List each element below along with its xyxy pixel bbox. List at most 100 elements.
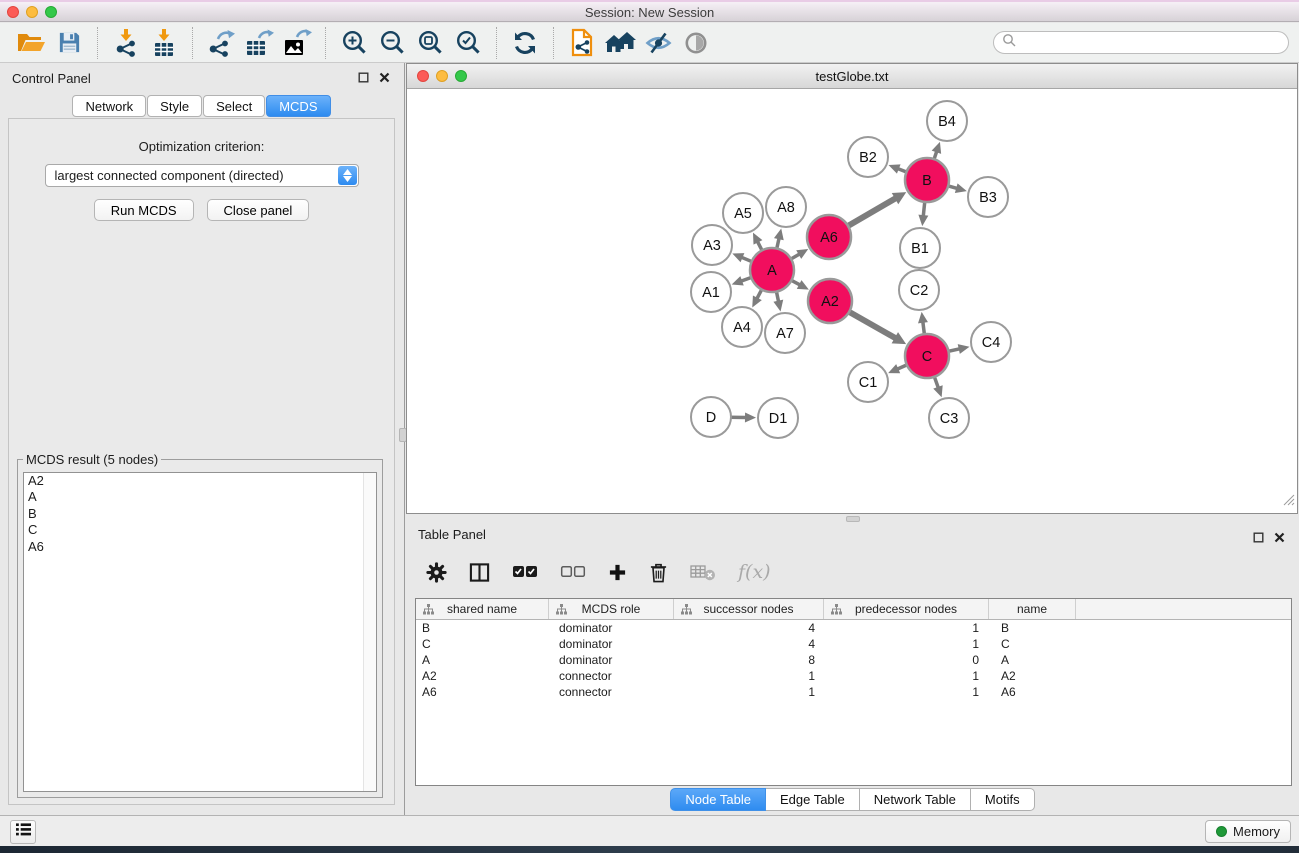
control-panel-tabs: NetworkStyleSelectMCDS bbox=[0, 95, 404, 117]
table-cell: 1 bbox=[824, 668, 989, 684]
column-header-shared-name[interactable]: shared name bbox=[416, 599, 549, 619]
control-tab-mcds[interactable]: MCDS bbox=[266, 95, 330, 117]
table-cell: connector bbox=[549, 684, 674, 700]
network-window-title: testGlobe.txt bbox=[407, 69, 1297, 84]
table-row[interactable]: Cdominator41C bbox=[416, 636, 1291, 652]
memory-button[interactable]: Memory bbox=[1205, 820, 1291, 843]
search-icon bbox=[1002, 33, 1016, 52]
table-tab-network-table[interactable]: Network Table bbox=[860, 788, 971, 811]
toolbar-separator bbox=[496, 27, 497, 59]
table-tab-node-table[interactable]: Node Table bbox=[670, 788, 766, 811]
control-tab-style[interactable]: Style bbox=[147, 95, 202, 117]
node-label-A2: A2 bbox=[821, 294, 839, 310]
close-panel-icon[interactable] bbox=[1274, 532, 1285, 543]
select-stepper-icon bbox=[338, 166, 357, 185]
home-icon[interactable] bbox=[601, 25, 639, 61]
search-box[interactable] bbox=[993, 31, 1289, 54]
node-table: shared nameMCDS rolesuccessor nodesprede… bbox=[415, 598, 1292, 786]
arrowhead-icon bbox=[918, 312, 928, 324]
table-row[interactable]: A6connector11A6 bbox=[416, 684, 1291, 700]
node-label-A3: A3 bbox=[703, 238, 721, 254]
add-icon[interactable] bbox=[608, 563, 627, 582]
table-cell: B bbox=[416, 620, 549, 636]
horizontal-splitter-handle[interactable] bbox=[846, 516, 860, 522]
arrowhead-icon bbox=[745, 413, 756, 423]
import-network-icon[interactable] bbox=[107, 25, 145, 61]
table-row[interactable]: A2connector11A2 bbox=[416, 668, 1291, 684]
zoom-out-icon[interactable] bbox=[373, 25, 411, 61]
mcds-result-legend: MCDS result (5 nodes) bbox=[23, 452, 161, 467]
node-label-D: D bbox=[706, 410, 716, 426]
eye-icon[interactable] bbox=[677, 25, 715, 61]
node-label-B3: B3 bbox=[979, 190, 997, 206]
hide-graphics-details-icon[interactable] bbox=[639, 25, 677, 61]
table-cell: 1 bbox=[824, 636, 989, 652]
table-row[interactable]: Bdominator41B bbox=[416, 620, 1291, 636]
horizontal-splitter[interactable] bbox=[406, 514, 1299, 523]
float-panel-icon[interactable] bbox=[1253, 532, 1264, 543]
zoom-fit-icon[interactable] bbox=[411, 25, 449, 61]
table-cell: A6 bbox=[416, 684, 549, 700]
mcds-result-list[interactable]: A2ABCA6 bbox=[23, 472, 377, 792]
mcds-result-item[interactable]: B bbox=[24, 506, 376, 522]
node-label-A5: A5 bbox=[734, 206, 752, 222]
open-folder-icon[interactable] bbox=[12, 25, 50, 61]
save-icon[interactable] bbox=[50, 25, 88, 61]
table-cell: 1 bbox=[824, 620, 989, 636]
float-panel-icon[interactable] bbox=[358, 72, 369, 83]
close-panel-icon[interactable] bbox=[379, 72, 390, 83]
delete-icon[interactable] bbox=[649, 562, 668, 583]
search-input[interactable] bbox=[1021, 33, 1288, 52]
resize-grip-icon[interactable] bbox=[1283, 493, 1295, 511]
table-delete-icon bbox=[690, 563, 716, 581]
node-label-C3: C3 bbox=[940, 411, 959, 427]
close-panel-button[interactable]: Close panel bbox=[207, 199, 310, 221]
select-all-icon[interactable] bbox=[512, 564, 538, 580]
mcds-result-item[interactable]: A2 bbox=[24, 473, 376, 489]
table-cell: 8 bbox=[674, 652, 824, 668]
table-panel-title: Table Panel bbox=[418, 527, 486, 542]
column-header-name[interactable]: name bbox=[989, 599, 1076, 619]
column-header-MCDS-role[interactable]: MCDS role bbox=[549, 599, 674, 619]
criterion-selected-value: largest connected component (directed) bbox=[55, 168, 284, 183]
control-panel: Control Panel NetworkStyleSelectMCDS Opt… bbox=[0, 63, 405, 815]
toolbar-separator bbox=[325, 27, 326, 59]
network-canvas[interactable]: B4B2BB3A5A8A6A3B1AA1C2A2A4A7C4CC1C3DD1 bbox=[407, 89, 1297, 513]
control-tab-network[interactable]: Network bbox=[72, 95, 146, 117]
column-header-predecessor-nodes[interactable]: predecessor nodes bbox=[824, 599, 989, 619]
optimization-criterion-select[interactable]: largest connected component (directed) bbox=[45, 164, 359, 187]
new-network-from-file-icon[interactable] bbox=[563, 25, 601, 61]
columns-icon[interactable] bbox=[469, 562, 490, 583]
table-tab-edge-table[interactable]: Edge Table bbox=[766, 788, 860, 811]
table-panel: Table Panel f(x) shared nameMCDS rolesuc… bbox=[406, 523, 1299, 815]
zoom-selected-icon[interactable] bbox=[449, 25, 487, 61]
mcds-result-item[interactable]: C bbox=[24, 522, 376, 538]
export-image-icon[interactable] bbox=[278, 25, 316, 61]
refresh-icon[interactable] bbox=[506, 25, 544, 61]
node-label-B1: B1 bbox=[911, 241, 929, 257]
scrollbar-track[interactable] bbox=[363, 473, 376, 791]
export-network-icon[interactable] bbox=[202, 25, 240, 61]
table-cell: connector bbox=[549, 668, 674, 684]
task-history-button[interactable] bbox=[10, 820, 36, 844]
node-label-C1: C1 bbox=[859, 375, 878, 391]
table-tab-motifs[interactable]: Motifs bbox=[971, 788, 1035, 811]
mcds-result-item[interactable]: A bbox=[24, 489, 376, 505]
zoom-in-icon[interactable] bbox=[335, 25, 373, 61]
gear-icon[interactable] bbox=[426, 562, 447, 583]
toolbar-separator bbox=[553, 27, 554, 59]
unselect-all-icon[interactable] bbox=[560, 564, 586, 580]
function-builder-icon: f(x) bbox=[738, 561, 771, 583]
table-cell: A2 bbox=[989, 668, 1076, 684]
export-table-icon[interactable] bbox=[240, 25, 278, 61]
mcds-result-item[interactable]: A6 bbox=[24, 539, 376, 555]
column-header-successor-nodes[interactable]: successor nodes bbox=[674, 599, 824, 619]
run-mcds-button[interactable]: Run MCDS bbox=[94, 199, 194, 221]
control-tab-select[interactable]: Select bbox=[203, 95, 265, 117]
import-table-icon[interactable] bbox=[145, 25, 183, 61]
window-titlebar: Session: New Session bbox=[0, 0, 1299, 22]
node-label-A6: A6 bbox=[820, 230, 838, 246]
table-header-row: shared nameMCDS rolesuccessor nodesprede… bbox=[416, 599, 1291, 620]
table-cell: A bbox=[416, 652, 549, 668]
table-row[interactable]: Adominator80A bbox=[416, 652, 1291, 668]
